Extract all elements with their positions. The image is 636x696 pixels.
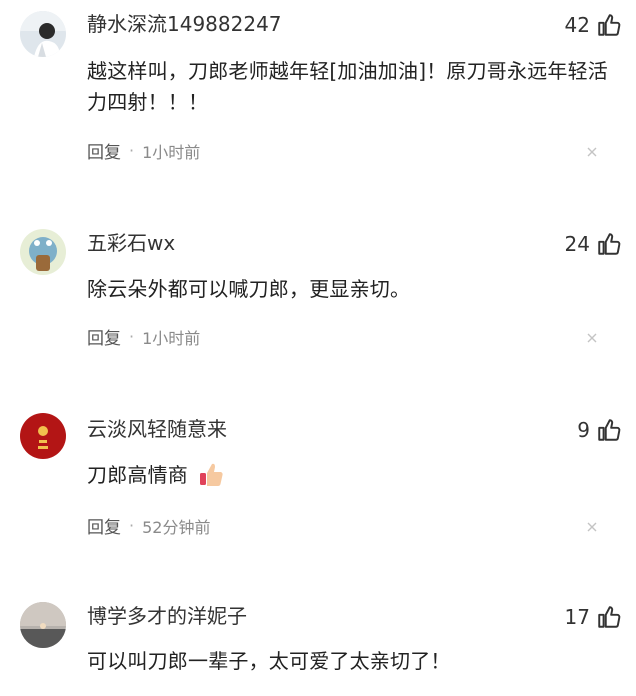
avatar[interactable] <box>20 602 66 648</box>
comment-username[interactable]: 博学多才的洋妮子 <box>87 604 247 628</box>
comment-list: 静水深流149882247 42 越这样叫，刀郎老师越年轻[加油加油]！原刀哥永… <box>0 0 636 696</box>
avatar[interactable] <box>20 11 66 57</box>
like-button[interactable]: 24 <box>565 231 622 257</box>
reply-button[interactable]: 回复 <box>87 513 121 538</box>
avatar[interactable] <box>20 413 66 459</box>
like-button[interactable]: 9 <box>577 417 622 443</box>
comment-username[interactable]: 云淡风轻随意来 <box>87 417 227 441</box>
meta-separator: · <box>129 141 135 160</box>
comment-time: 1小时前 <box>142 142 201 162</box>
comment-text: 可以叫刀郎一辈子，太可爱了太亲切了！ <box>87 649 451 673</box>
comment-meta: 回复 · 1小时前 <box>87 324 200 349</box>
comment-meta: 回复 · 52分钟前 <box>87 513 210 538</box>
like-count: 42 <box>564 13 590 37</box>
close-icon[interactable] <box>586 146 598 158</box>
comment-time: 52分钟前 <box>142 517 211 537</box>
comment-meta: 回复 · 1小时前 <box>87 138 200 163</box>
comment-text-content: 刀郎高情商 <box>87 463 188 487</box>
meta-separator: · <box>129 516 135 535</box>
thumbs-up-icon <box>598 606 621 628</box>
reply-button[interactable]: 回复 <box>87 138 121 163</box>
close-icon[interactable] <box>586 332 598 344</box>
thumbs-up-icon <box>598 14 621 36</box>
comment-text: 除云朵外都可以喊刀郎，更显亲切。 <box>87 277 411 301</box>
thumbs-up-icon <box>598 419 621 441</box>
close-icon[interactable] <box>586 521 598 533</box>
like-button[interactable]: 17 <box>565 604 622 630</box>
comment-text: 越这样叫，刀郎老师越年轻[加油加油]！原刀哥永远年轻活力四射！！！ <box>87 59 609 114</box>
comment-text: 刀郎高情商 <box>87 460 615 491</box>
reply-button[interactable]: 回复 <box>87 324 121 349</box>
meta-separator: · <box>129 327 135 346</box>
avatar[interactable] <box>20 229 66 275</box>
comment-username[interactable]: 五彩石wx <box>87 231 175 255</box>
like-count: 24 <box>564 232 590 256</box>
like-count: 9 <box>577 418 590 442</box>
like-button[interactable]: 42 <box>565 12 622 38</box>
thumbs-up-emoji <box>199 463 223 486</box>
thumbs-up-icon <box>598 233 621 255</box>
comment-time: 1小时前 <box>142 328 201 348</box>
like-count: 17 <box>564 605 590 629</box>
comment-username[interactable]: 静水深流149882247 <box>87 12 282 36</box>
